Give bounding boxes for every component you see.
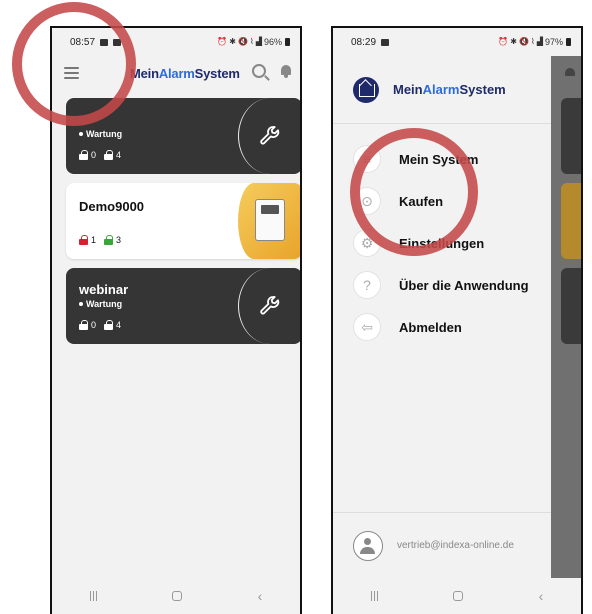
back-button[interactable]: ‹: [539, 588, 544, 604]
cart-icon: ⊙: [353, 187, 381, 215]
status-dot: [79, 302, 83, 306]
recents-button[interactable]: [370, 591, 378, 601]
device-name: webinar: [79, 282, 129, 297]
card-peek: [561, 268, 581, 344]
lock-closed-icon: [79, 235, 88, 245]
app-logo: MeinAlarmSystem: [393, 82, 506, 97]
alarm-icon: ⏰: [217, 37, 228, 46]
device-card-1[interactable]: Wartung 0 4: [66, 98, 300, 174]
avatar[interactable]: [353, 530, 383, 561]
status-time: 08:29: [351, 36, 377, 48]
mute-icon: 🔇: [518, 37, 529, 46]
battery-level: 97%: [544, 37, 563, 47]
user-email: vertrieb@indexa-online.de: [397, 539, 514, 551]
signal-icon: ▟: [536, 37, 543, 46]
search-icon[interactable]: [252, 64, 266, 78]
bluetooth-icon: ✱: [510, 37, 517, 46]
status-bar: 08:29 ⏰ ✱ 🔇 ⌇ ▟ 97%: [333, 28, 581, 56]
logout-icon: ⇦: [353, 313, 381, 341]
drawer-scrim[interactable]: [549, 56, 581, 578]
question-icon: ?: [353, 271, 381, 299]
bell-icon: [565, 68, 575, 79]
wifi-icon: ⌇: [530, 37, 535, 46]
bluetooth-icon: ✱: [229, 37, 236, 46]
status-bar: 08:57 ⏰ ✱ 🔇 ⌇ ▟ 96%: [52, 28, 300, 56]
home-button[interactable]: [453, 591, 464, 601]
drawer-footer: vertrieb@indexa-online.de: [333, 512, 551, 578]
lock-closed-icon: [79, 320, 88, 330]
status-time: 08:57: [70, 36, 96, 48]
mute-icon: 🔇: [237, 37, 248, 46]
lock-counts: 1 3: [79, 235, 121, 245]
back-button[interactable]: ‹: [258, 588, 263, 604]
app-logo: MeinAlarmSystem: [130, 65, 240, 81]
app-notification-icon: [113, 38, 122, 46]
card-peek: [561, 183, 581, 259]
phone-drawer-menu: 08:29 ⏰ ✱ 🔇 ⌇ ▟ 97% MeinAlarmSystem ≡ Me…: [331, 26, 583, 614]
menu-item-mein-system[interactable]: ≡ Mein System: [333, 138, 551, 180]
battery-icon: [566, 38, 571, 46]
card-action-area[interactable]: [238, 98, 300, 174]
maintenance-status: Wartung: [79, 299, 122, 309]
bell-icon[interactable]: [280, 64, 292, 78]
drawer-header: MeinAlarmSystem: [333, 56, 551, 124]
lock-open-icon: [104, 235, 114, 245]
menu-icon[interactable]: [64, 67, 79, 79]
lock-counts: 0 4: [79, 320, 121, 330]
screenshot-stage: 08:57 ⏰ ✱ 🔇 ⌇ ▟ 96% MeinAlarmSystem Wart…: [0, 0, 592, 614]
lock-open-icon: [104, 320, 114, 330]
wrench-icon: [260, 126, 280, 145]
device-card-3[interactable]: webinar Wartung 0 4: [66, 268, 300, 344]
lock-counts: 0 4: [79, 150, 121, 160]
lock-closed-icon: [79, 150, 88, 160]
alarm-panel-icon: [255, 199, 285, 241]
system-nav-bar: ‹: [52, 578, 300, 614]
gallery-notification-icon: [100, 38, 109, 46]
battery-icon: [285, 38, 290, 46]
signal-icon: ▟: [255, 37, 262, 46]
menu-item-kaufen[interactable]: ⊙ Kaufen: [333, 180, 551, 222]
menu-item-einstellungen[interactable]: ⚙ Einstellungen: [333, 222, 551, 264]
system-nav-bar: ‹: [333, 578, 581, 614]
phone-device-list: 08:57 ⏰ ✱ 🔇 ⌇ ▟ 96% MeinAlarmSystem Wart…: [50, 26, 302, 614]
card-action-area[interactable]: [238, 268, 300, 344]
list-icon: ≡: [353, 145, 381, 173]
gear-icon: ⚙: [353, 229, 381, 257]
device-card-2[interactable]: Demo9000 1 3: [66, 183, 300, 259]
device-name: Demo9000: [79, 199, 145, 214]
recents-button[interactable]: [89, 591, 97, 601]
status-dot: [79, 132, 83, 136]
app-bar: MeinAlarmSystem: [52, 56, 300, 90]
wrench-icon: [260, 296, 280, 315]
menu-item-ueber-die-anwendung[interactable]: ? Über die Anwendung: [333, 264, 551, 306]
navigation-drawer: MeinAlarmSystem ≡ Mein System ⊙ Kaufen ⚙…: [333, 56, 551, 578]
home-lock-icon: [353, 76, 379, 103]
lock-open-icon: [104, 150, 114, 160]
menu-item-abmelden[interactable]: ⇦ Abmelden: [333, 306, 551, 348]
card-peek: [561, 98, 581, 174]
wifi-icon: ⌇: [249, 37, 254, 46]
card-action-area[interactable]: [238, 183, 300, 259]
home-button[interactable]: [172, 591, 183, 601]
gallery-notification-icon: [381, 38, 390, 46]
drawer-menu: ≡ Mein System ⊙ Kaufen ⚙ Einstellungen ?…: [333, 124, 551, 348]
battery-level: 96%: [263, 37, 282, 47]
alarm-icon: ⏰: [498, 37, 509, 46]
maintenance-status: Wartung: [79, 129, 122, 139]
